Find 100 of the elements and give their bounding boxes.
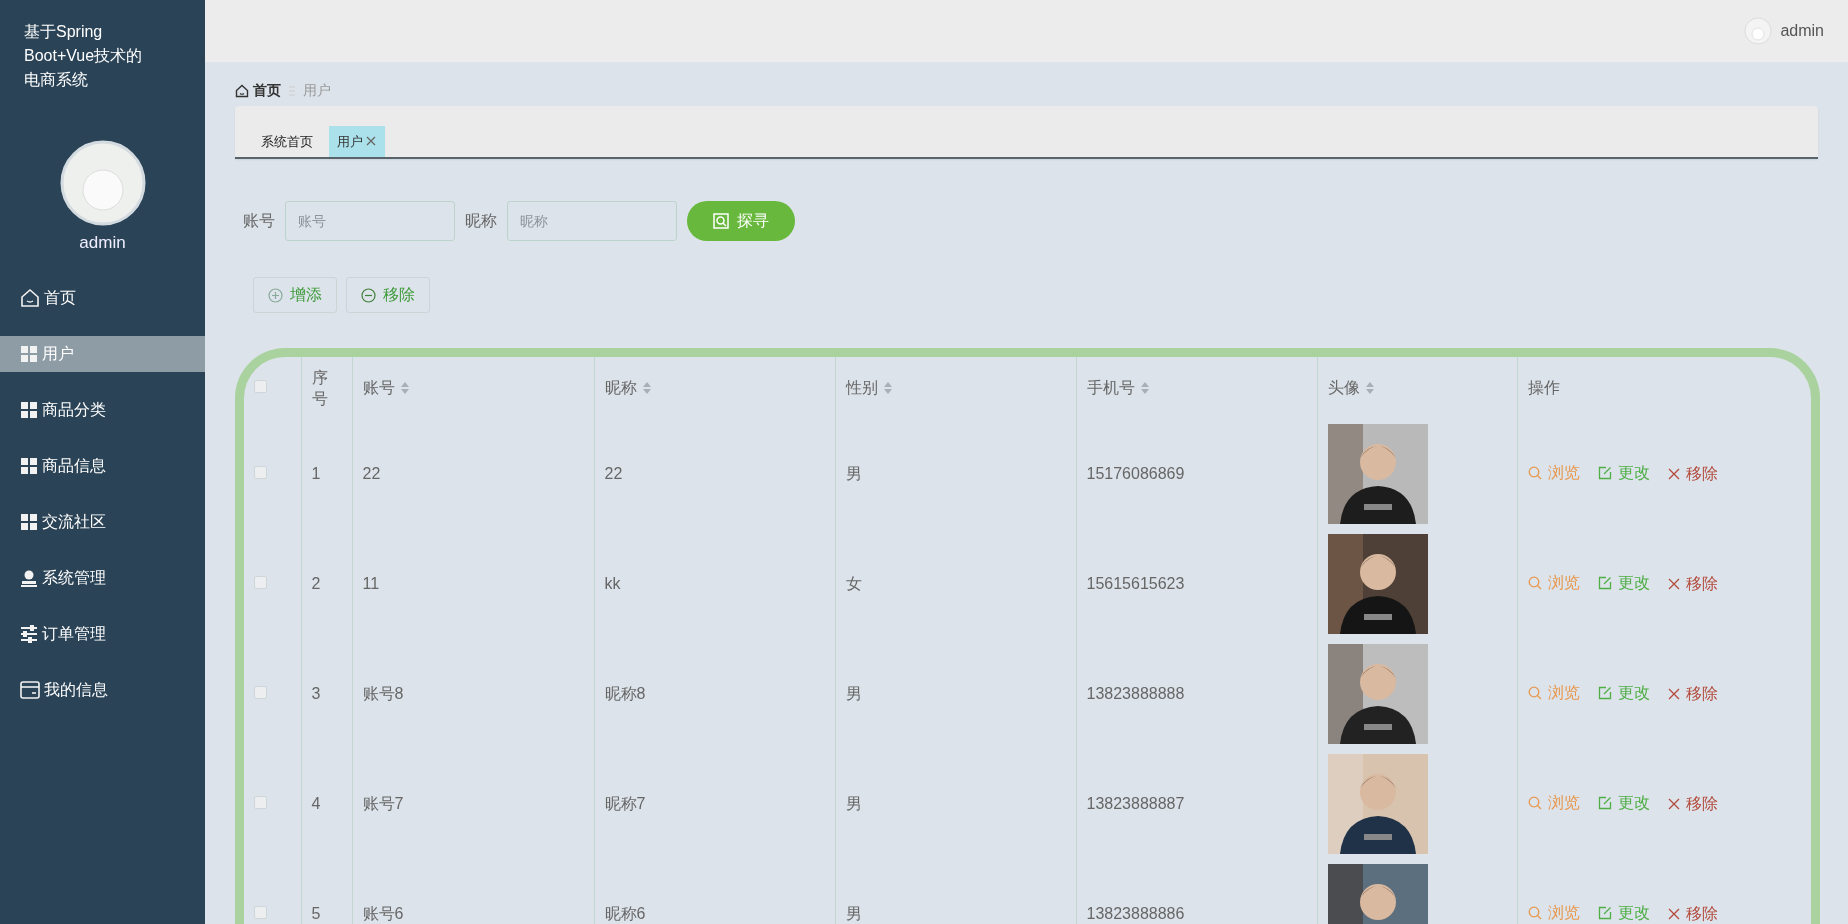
column-header: 手机号 — [1086, 377, 1135, 398]
checkbox[interactable] — [254, 465, 267, 479]
search-icon — [1527, 465, 1542, 480]
user-icon — [20, 568, 38, 587]
column-header: 头像 — [1327, 377, 1360, 398]
edit-link[interactable]: 更改 — [1597, 570, 1650, 595]
table-cell: 昵称8 — [604, 684, 646, 702]
search-button[interactable]: 探寻 — [687, 200, 795, 241]
table-cell: 15176086869 — [1086, 464, 1185, 482]
input-field[interactable]: 账号 — [285, 200, 455, 241]
table-cell: kk — [604, 574, 621, 592]
grid-icon — [20, 456, 38, 475]
delete-link[interactable]: 移除 — [1667, 791, 1718, 816]
search-icon — [1527, 795, 1542, 810]
table-cell: 15615615623 — [1086, 574, 1185, 592]
table-cell: 22 — [604, 464, 623, 482]
tab[interactable]: 用户 — [329, 125, 385, 157]
table-cell: 账号8 — [362, 684, 404, 702]
edit-icon — [1597, 685, 1612, 700]
close-icon — [1667, 797, 1680, 810]
edit-icon — [1597, 465, 1612, 480]
table-cell: 男 — [845, 794, 862, 812]
search-icon — [1527, 575, 1542, 590]
column-header: 性别 — [845, 377, 878, 398]
nav-item[interactable]: 订单管理 — [0, 615, 205, 652]
sort-icon — [883, 381, 892, 394]
nav-item[interactable]: 商品分类 — [0, 391, 205, 428]
avatar-icon — [59, 140, 146, 226]
table-cell: 1 — [311, 464, 321, 482]
table-cell: 女 — [845, 574, 862, 592]
home-icon — [20, 287, 40, 308]
sort-icon — [1140, 381, 1149, 394]
delete-link[interactable]: 移除 — [1667, 901, 1718, 924]
nav-item[interactable]: 用户 — [0, 335, 205, 372]
table-cell: 13823888888 — [1086, 684, 1185, 702]
sort-icon — [400, 381, 409, 394]
app-title: 基于Spring Boot+Vue技术的电商系统 — [23, 22, 144, 90]
sort-icon — [1365, 381, 1374, 394]
checkbox[interactable] — [254, 685, 267, 699]
search-icon — [713, 212, 729, 229]
table-cell: 13823888887 — [1086, 794, 1185, 812]
home-icon — [235, 83, 249, 98]
remove-button[interactable]: 移除 — [346, 277, 430, 314]
nav-item[interactable]: 交流社区 — [0, 503, 205, 540]
edit-link[interactable]: 更改 — [1597, 790, 1650, 815]
edit-link[interactable]: 更改 — [1597, 680, 1650, 705]
field-label: 账号 — [243, 210, 275, 231]
table-cell: 账号7 — [362, 794, 404, 812]
table-cell: 22 — [362, 464, 381, 482]
checkbox[interactable] — [254, 575, 267, 589]
nav-item[interactable]: 系统管理 — [0, 559, 205, 596]
checkbox[interactable] — [254, 905, 267, 919]
table-cell: 昵称6 — [604, 904, 646, 922]
sort-icon — [642, 381, 651, 394]
nav-item[interactable]: 商品信息 — [0, 447, 205, 484]
column-header: 昵称 — [604, 377, 637, 398]
delete-link[interactable]: 移除 — [1667, 681, 1718, 706]
close-icon — [1667, 907, 1680, 920]
checkbox[interactable] — [254, 795, 267, 809]
table-cell: 3 — [311, 684, 321, 702]
delete-link[interactable]: 移除 — [1667, 461, 1718, 486]
table-cell: 4 — [311, 794, 321, 812]
search-icon — [1527, 905, 1542, 920]
breadcrumb-link[interactable]: 首页 — [235, 80, 281, 102]
column-header: 账号 — [362, 377, 395, 398]
nav-item[interactable]: 我的信息 — [0, 671, 205, 708]
table-cell: 男 — [845, 904, 862, 922]
edit-icon — [1597, 575, 1612, 590]
table-cell: 2 — [311, 574, 321, 592]
edit-icon — [1597, 905, 1612, 920]
input-field[interactable]: 昵称 — [507, 200, 677, 241]
table-cell: 昵称7 — [604, 794, 646, 812]
field-label: 昵称 — [465, 210, 497, 231]
table-cell: 男 — [845, 464, 862, 482]
close-icon — [1667, 687, 1680, 700]
grid-icon — [20, 512, 38, 531]
table-cell: 账号6 — [362, 904, 404, 922]
table-cell: 5 — [311, 904, 321, 922]
username: admin — [1780, 21, 1824, 42]
minus-icon — [361, 287, 376, 303]
grid-icon — [20, 344, 38, 363]
search-icon — [1527, 685, 1542, 700]
checkbox[interactable] — [254, 379, 267, 393]
edit-link[interactable]: 更改 — [1597, 460, 1650, 485]
column-header: 操作 — [1527, 377, 1560, 398]
table-cell: 13823888886 — [1086, 904, 1185, 922]
table-cell: 男 — [845, 684, 862, 702]
edit-icon — [1597, 795, 1612, 810]
nav-item[interactable]: 首页 — [0, 279, 205, 316]
card-icon — [20, 680, 40, 699]
edit-link[interactable]: 更改 — [1597, 900, 1650, 924]
avatar-icon — [1744, 17, 1773, 46]
close-icon — [1667, 467, 1680, 480]
username: admin — [79, 232, 126, 254]
add-button[interactable]: 增添 — [253, 277, 337, 314]
breadcrumb-current: 用户 — [303, 81, 331, 101]
column-header: 序号 — [311, 367, 329, 409]
close-icon — [365, 135, 377, 148]
sliders-icon — [20, 624, 38, 643]
delete-link[interactable]: 移除 — [1667, 571, 1718, 596]
